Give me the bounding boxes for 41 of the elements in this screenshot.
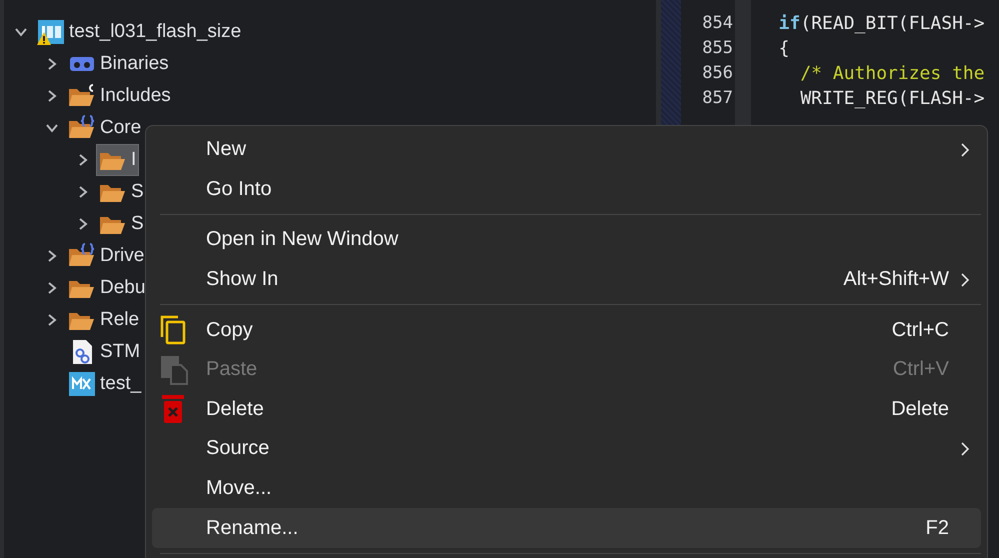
paste-icon <box>160 354 190 385</box>
menu-item[interactable]: Copy Ctrl+C <box>152 310 981 350</box>
code-line: if(READ_BIT(FLASH-> <box>778 12 986 36</box>
code-line: { <box>778 37 791 61</box>
delete-icon <box>160 394 186 424</box>
line-number: 855 <box>701 37 733 60</box>
menu-item[interactable]: Show In Alt+Shift+W <box>152 260 981 300</box>
shortcut-label: Alt+Shift+W <box>843 268 949 292</box>
tree-item[interactable]: Debu <box>65 272 148 304</box>
menu-item[interactable]: Source <box>152 429 981 469</box>
tree-item[interactable]: Includes <box>65 80 174 112</box>
tree-item[interactable]: Drive <box>65 240 148 272</box>
shortcut-label: Ctrl+C <box>892 318 949 342</box>
line-number: 854 <box>701 12 733 35</box>
tree-item[interactable]: test_l031_flash_size <box>34 16 244 48</box>
tree-item[interactable]: S <box>96 176 147 208</box>
menu-item[interactable]: Go Into <box>152 170 981 210</box>
tree-item[interactable]: Core <box>65 112 144 144</box>
line-number: 857 <box>701 87 733 110</box>
source-folder-icon <box>68 243 96 269</box>
menu-item[interactable]: Open in New Window <box>152 220 981 260</box>
menu-item[interactable]: Move... <box>152 468 981 508</box>
shortcut-label: Delete <box>891 398 949 421</box>
tree-item[interactable]: test_ <box>65 368 144 400</box>
include-folder-icon <box>68 83 96 109</box>
copy-icon <box>160 315 186 346</box>
code-line: WRITE_REG(FLASH-> <box>799 87 986 111</box>
tree-item[interactable]: Rele <box>65 304 142 336</box>
tree-item[interactable]: S <box>96 208 147 240</box>
menu-item[interactable]: New <box>152 130 981 170</box>
tree-item[interactable]: Binaries <box>65 48 172 80</box>
menu-item[interactable]: Delete Delete <box>152 390 981 430</box>
mx-file-icon <box>68 371 96 397</box>
tree-item[interactable]: I <box>96 144 140 176</box>
source-folder-icon <box>68 115 96 141</box>
menu-item[interactable]: Rename... F2 <box>152 508 981 548</box>
code-line: /* Authorizes the <box>799 62 986 86</box>
shortcut-label: F2 <box>926 516 949 540</box>
line-number: 856 <box>701 62 733 85</box>
shortcut-label: Ctrl+V <box>892 358 949 382</box>
tree-item[interactable]: STM <box>65 336 144 368</box>
